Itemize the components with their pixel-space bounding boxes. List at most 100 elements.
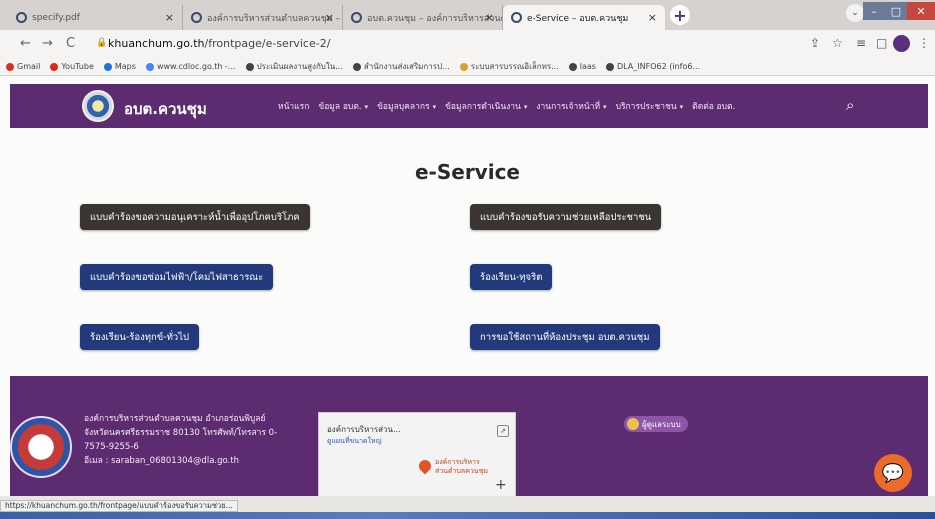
close-icon[interactable]: × [165,11,174,24]
tab-khuanchum-1[interactable]: องค์การบริหารส่วนตำบลควนชุม – อบ... × [183,5,343,30]
address-line: จังหวัดนครศรีธรรมราช 80130 โทรศัพท์/โทรส… [84,428,278,438]
menu-item[interactable]: ข้อมูลการดำเนินงาน ▾ [445,99,527,113]
page-title: e-Service [414,160,520,184]
visitor-counter-label: ผู้ดูแลระบบ [642,419,681,429]
menu-item[interactable]: หน้าแรก [278,99,309,113]
site-favicon-icon [191,12,202,23]
meeting-room-booking-button[interactable]: การขอใช้สถานที่ห้องประชุม อบต.ควนชุม [470,324,660,350]
bookmark-item[interactable]: Maps [103,62,136,71]
bookmark-label: Maps [114,62,136,71]
address-bar[interactable]: khuanchum.go.th/frontpage/e-service-2/ [108,37,330,50]
globe-icon [459,62,468,71]
zoom-in-button[interactable]: + [495,477,507,493]
browser-tab-strip: specify.pdf × องค์การบริหารส่วนตำบลควนชุ… [0,0,935,30]
menu-item-label: บริการประชาชน [615,102,677,112]
directions-icon[interactable]: ⇗ [497,425,509,437]
search-icon[interactable]: ⌕ [846,96,854,114]
site-favicon-icon [511,12,522,23]
view-larger-map-link[interactable]: ดูแผนที่ขนาดใหญ่ [327,436,382,447]
bookmark-label: Gmail [17,62,41,71]
site-favicon-icon [351,12,362,23]
address-line: 7575-9255-6 [84,442,139,452]
google-icon [145,62,154,71]
bookmark-item[interactable]: laas [568,62,596,71]
visitor-counter-badge[interactable]: ผู้ดูแลระบบ [624,416,688,432]
tab-e-service[interactable]: e-Service – อบต.ควนชุม × [503,5,665,30]
site-logo[interactable] [82,90,114,122]
menu-item[interactable]: บริการประชาชน ▾ [616,99,684,113]
bookmark-star-icon[interactable]: ☆ [832,36,843,50]
close-window-button[interactable]: ✕ [907,2,935,20]
menu-item-label: หน้าแรก [278,102,310,112]
close-icon[interactable]: × [485,11,494,24]
site-name[interactable]: อบต.ควนชุม [124,97,207,121]
organization-seal [10,416,72,478]
menu-item-label: ข้อมูลบุคลากร [377,102,430,112]
profile-avatar[interactable] [893,35,910,52]
side-panel-icon[interactable]: □ [876,36,887,50]
pdf-icon [16,12,27,23]
pin-label-line: องค์การบริหาร [435,458,480,466]
minimize-button[interactable]: – [863,2,885,20]
bookmark-item[interactable]: ระบบสารบรรณอิเล็กทร... [459,60,559,73]
bookmark-item[interactable]: www.cdloc.go.th -... [145,62,236,71]
menu-item[interactable]: ข้อมูลบุคลากร ▾ [377,99,436,113]
menu-item[interactable]: ข้อมูล อบต. ▾ [318,99,368,113]
chevron-down-icon: ▾ [679,103,684,111]
close-icon[interactable]: × [325,11,334,24]
citizen-assistance-request-button[interactable]: แบบคำร้องขอรับความช่วยเหลือประชาชน [470,204,662,230]
globe-icon [245,62,254,71]
new-tab-button[interactable]: + [670,5,690,25]
bookmark-item[interactable]: YouTube [50,62,94,71]
url-host: khuanchum.go.th [108,37,205,50]
bookmark-item[interactable]: Gmail [6,62,40,71]
map-pin-label: องค์การบริหาร ส่วนตำบลควนชุม [435,458,488,476]
maximize-button[interactable]: □ [885,2,907,20]
bookmark-label: สำนักงานส่งเสริมการป... [363,62,450,71]
chevron-down-icon: ▾ [523,103,528,111]
map-pin-icon[interactable] [416,457,434,475]
map-place-name: องค์การบริหารส่วน... [327,425,401,434]
general-complaint-button[interactable]: ร้องเรียน-ร้องทุกข์-ทั่วไป [80,324,200,350]
gmail-icon [6,62,14,71]
forward-button[interactable]: → [42,36,53,51]
browser-menu-icon[interactable]: ⋮ [918,36,930,50]
browser-toolbar: ← → C 🔒 khuanchum.go.th/frontpage/e-serv… [0,30,935,58]
bookmark-label: www.cdloc.go.th -... [156,62,236,71]
web-page: อบต.ควนชุม หน้าแรก ข้อมูล อบต. ▾ ข้อมูลบุคล… [0,76,935,496]
globe-icon [352,62,361,71]
chevron-down-icon: ▾ [364,103,369,111]
tab-label: specify.pdf [32,12,80,23]
youtube-icon [50,62,59,71]
menu-item[interactable]: งานการเจ้าหน้าที่ ▾ [536,99,606,113]
close-icon[interactable]: × [648,11,657,24]
tab-search-dropdown-icon[interactable]: ⌄ [846,4,864,22]
corruption-complaint-button[interactable]: ร้องเรียน-ทุจริต [470,264,553,290]
bookmark-item[interactable]: สำนักงานส่งเสริมการป... [352,60,450,73]
back-button[interactable]: ← [20,36,31,51]
bookmarks-bar: Gmail YouTube Maps www.cdloc.go.th -... ประเ… [0,58,935,76]
url-path: /frontpage/e-service-2/ [204,37,331,50]
visitor-icon [627,418,639,430]
tab-khuanchum-2[interactable]: อบต.ควนชุม – องค์การบริหารส่วนตำ... × [343,5,503,30]
embedded-map[interactable]: องค์การบริหารส่วน... ดูแผนที่ขนาดใหญ่ ⇗ … [318,412,516,496]
bookmark-item[interactable]: DLA_INFO62 (info6... [605,62,700,71]
status-bar-url: https://khuanchum.go.th/frontpage/แบบคำร… [0,500,238,512]
bookmark-label: laas [579,62,596,71]
chat-button[interactable]: 💬 [874,454,912,492]
lock-icon[interactable]: 🔒 [96,38,107,48]
reload-button[interactable]: C [66,36,75,51]
menu-item[interactable]: ติดต่อ อบต. [692,99,735,113]
bookmark-item[interactable]: ประเมินผลงานสูงกับใน... [245,60,343,73]
footer-address: องค์การบริหารส่วนตำบลควนชุม อำเภอร่อนพิบ… [84,412,314,468]
media-control-icon[interactable]: ≡ [856,36,866,50]
streetlight-repair-request-button[interactable]: แบบคำร้องขอซ่อมไฟฟ้า/โคมไฟสาธารณะ [80,264,274,290]
chevron-down-icon: ▾ [603,103,607,111]
share-icon[interactable]: ⇪ [810,36,820,50]
tab-specify-pdf[interactable]: specify.pdf × [8,5,183,30]
globe-icon [605,62,614,71]
bookmark-label: YouTube [61,62,94,71]
menu-item-label: ข้อมูลการดำเนินงาน [445,102,521,112]
bookmark-label: ระบบสารบรรณอิเล็กทร... [470,62,559,71]
water-assistance-request-button[interactable]: แบบคำร้องขอความอนุเคราะห์น้ำเพื่ออุปโภคบ… [80,204,310,230]
